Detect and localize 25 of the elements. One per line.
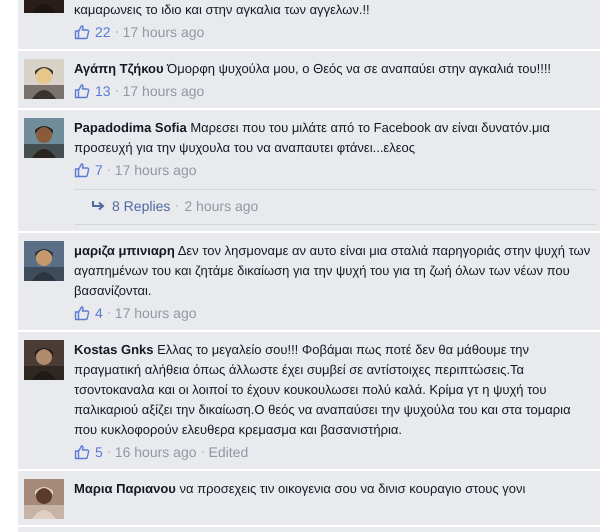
like-count[interactable]: 5 — [95, 444, 103, 460]
replies-time: 2 hours ago — [184, 198, 258, 214]
like-count[interactable]: 22 — [95, 24, 111, 40]
comment-text: Papadodima Sofia Μαρεσει που του μιλάτε από το Facebook αν είναι δυνατόν.μια προσευχή για την ψυχουλα του να αναπαυτει φτάνει...ελεος — [74, 119, 551, 157]
edited-label[interactable]: Edited — [208, 444, 248, 460]
comment-time[interactable]: 17 hours ago — [114, 162, 197, 178]
reply-arrow-icon — [92, 200, 106, 212]
like-count[interactable]: 4 — [95, 305, 103, 321]
like-icon[interactable] — [74, 162, 90, 178]
comment-time[interactable]: 16 hours ago — [114, 444, 197, 460]
comment-time[interactable]: 17 hours ago — [122, 83, 204, 99]
like-icon[interactable] — [74, 83, 90, 99]
comment-text: Kostas Gnks Ελλας το μεγαλείο σου!!! Φοβάμαι πως ποτέ δεν θα μάθουμε την πραγματική αλήθεια όπως άλλωστε έχει συμβεί σε αντίστοιχες περιπτώσεις.Τα τσοντοκαναλα και οι λοιποί το έχουν κουκουλωσει πολύ καλά. Κρίμα γτ η ψυχή του παλικαριού αξίζει την δικαίωση.Ο θεός να αναπαύσει την ψυχούλα του και στα τομαρια που κυκλοφορούν ελευθερα κρεμασμα και βασανιστήρια. — [74, 341, 572, 439]
like-count[interactable]: 13 — [95, 83, 111, 99]
comment-text: Αγάπη Τζήκου Όμορφη ψυχούλα μου, ο Θεός να σε αναπαύει στην αγκαλιά του!!!! — [74, 60, 552, 78]
like-icon[interactable] — [74, 444, 90, 460]
replies-link[interactable]: 8 Replies — [112, 198, 170, 214]
comment-text: Μαρια Παριανου να προσεχεις τιν οικογενια σου να δινισ κουραγιο στους γονι — [74, 480, 526, 498]
like-icon[interactable] — [74, 24, 90, 40]
like-icon[interactable] — [74, 305, 90, 321]
comment-time[interactable]: 17 hours ago — [114, 305, 197, 321]
comment-text: μαριζα μπινιαρη Δεν τον λησμοναμε αν αυτο είναι μια σταλιά παρηγοριάς στην ψυχή των αγαπημένων του και ζητάμε δικαίωση για την ψυχή του για τη ζωή όλων των νέων που βασανίζονται. — [74, 242, 592, 300]
comment-time[interactable]: 17 hours ago — [122, 24, 204, 40]
like-count[interactable]: 7 — [95, 162, 103, 178]
comment-text: καμαρωνεις το ιδιο και στην αγκαλια των αγγελων.!! — [74, 1, 371, 19]
